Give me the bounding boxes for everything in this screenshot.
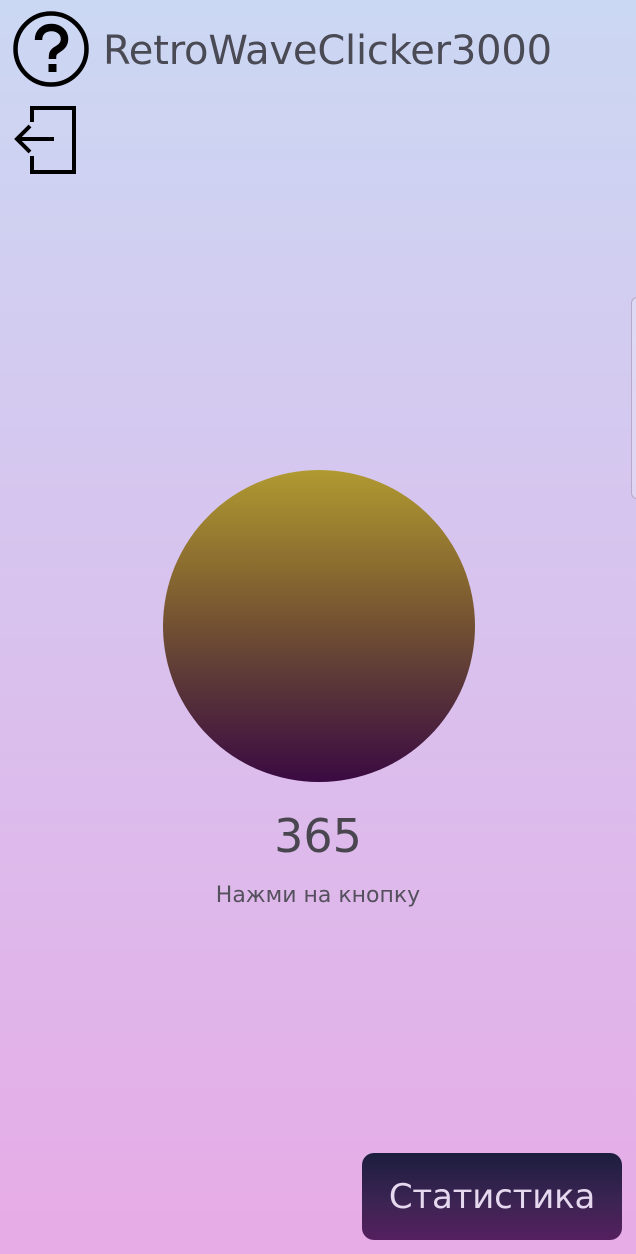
hint-text: Нажми на кнопку <box>215 883 421 908</box>
question-circle-icon <box>13 11 89 87</box>
click-counter: 365 <box>274 809 362 863</box>
app-title: RetroWaveClicker3000 <box>103 28 552 74</box>
edge-panel-handle[interactable] <box>631 297 636 499</box>
logout-icon <box>14 106 76 174</box>
help-button[interactable] <box>12 10 90 88</box>
click-button[interactable] <box>163 470 475 782</box>
statistics-button-label: Статистика <box>388 1176 596 1217</box>
statistics-button[interactable]: Статистика <box>362 1153 622 1240</box>
logout-button[interactable] <box>12 104 80 178</box>
